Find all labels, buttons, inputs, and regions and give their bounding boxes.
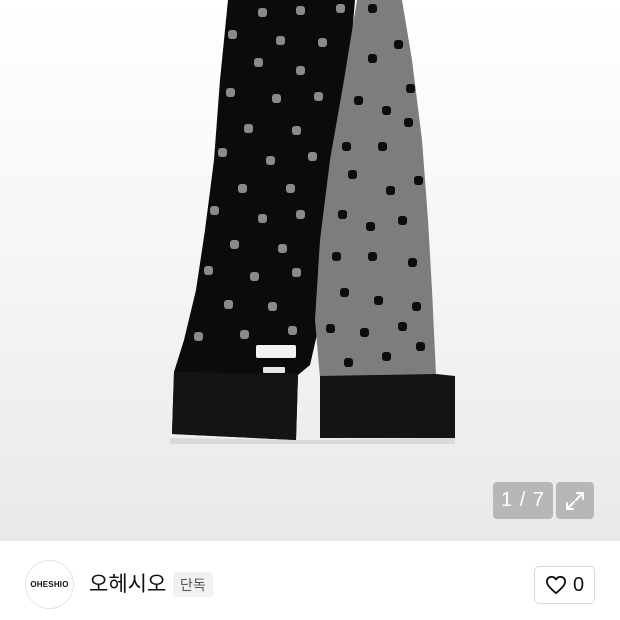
scarf-dot	[326, 324, 335, 333]
scarf-dot	[278, 244, 287, 253]
scarf-dot	[218, 148, 227, 157]
heart-outline-icon	[545, 575, 566, 595]
scarf-dot	[224, 300, 233, 309]
scarf-dot	[258, 8, 267, 17]
scarf-dot	[250, 272, 259, 281]
seller-bar: OHESHIO 오헤시오 단독 0	[0, 541, 620, 620]
scarf-dot	[366, 222, 375, 231]
scarf-dot	[288, 326, 297, 335]
exclusive-badge: 단독	[173, 572, 213, 597]
scarf-dot	[266, 156, 275, 165]
scarf-dot	[398, 216, 407, 225]
scarf-dot	[204, 266, 213, 275]
scarf-dot	[338, 210, 347, 219]
scarf-dot	[368, 4, 377, 13]
scarf-dot	[314, 92, 323, 101]
scarf-dot	[210, 206, 219, 215]
scarf-dot	[374, 296, 383, 305]
product-image	[170, 0, 455, 444]
seller-logo-text: OHESHIO	[30, 580, 69, 589]
scarf-dot	[382, 106, 391, 115]
scarf-dot	[408, 258, 417, 267]
scarf-dot	[238, 184, 247, 193]
scarf-dot	[412, 302, 421, 311]
scarf-dot	[268, 302, 277, 311]
scarf-dot	[194, 332, 203, 341]
scarf-dot	[398, 322, 407, 331]
scarf-dot	[416, 342, 425, 351]
scarf-dot	[240, 330, 249, 339]
scarf-dot	[228, 30, 237, 39]
seller-name[interactable]: 오헤시오	[89, 570, 166, 598]
scarf-dot	[394, 40, 403, 49]
scarf-dot	[378, 142, 387, 151]
scarf-dot	[258, 214, 267, 223]
image-counter: 1 / 7	[493, 482, 553, 519]
scarf-dot	[342, 142, 351, 151]
scarf-dot	[292, 268, 301, 277]
scarf-dot	[286, 184, 295, 193]
scarf-dot	[340, 288, 349, 297]
scarf-dot	[254, 58, 263, 67]
scarf-dot	[354, 96, 363, 105]
scarf-dot	[368, 252, 377, 261]
scarf-dot	[292, 126, 301, 135]
scarf-dot	[344, 358, 353, 367]
seller-avatar[interactable]: OHESHIO	[25, 560, 74, 609]
scarf-dot	[296, 66, 305, 75]
expand-arrows-icon	[566, 491, 584, 510]
like-button[interactable]: 0	[534, 566, 595, 604]
scarf-dot	[308, 152, 317, 161]
scarf-dot	[296, 210, 305, 219]
scarf-dot	[414, 176, 423, 185]
scarf-dot	[276, 36, 285, 45]
scarf-dot	[296, 6, 305, 15]
scarf-dot	[332, 252, 341, 261]
scarf-dot	[226, 88, 235, 97]
scarf-dot	[406, 84, 415, 93]
scarf-dot	[386, 186, 395, 195]
scarf-dot	[230, 240, 239, 249]
expand-button[interactable]	[556, 482, 594, 519]
scarf-dot	[272, 94, 281, 103]
scarf-dot	[336, 4, 345, 13]
scarf-dot	[360, 328, 369, 337]
scarf-dot	[404, 118, 413, 127]
like-count: 0	[572, 573, 585, 596]
product-image-gallery[interactable]: 1 / 7	[0, 0, 620, 541]
scarf-dot	[318, 38, 327, 47]
scarf-dot	[244, 124, 253, 133]
scarf-dot	[382, 352, 391, 361]
scarf-dot	[348, 170, 357, 179]
scarf-dot	[368, 54, 377, 63]
